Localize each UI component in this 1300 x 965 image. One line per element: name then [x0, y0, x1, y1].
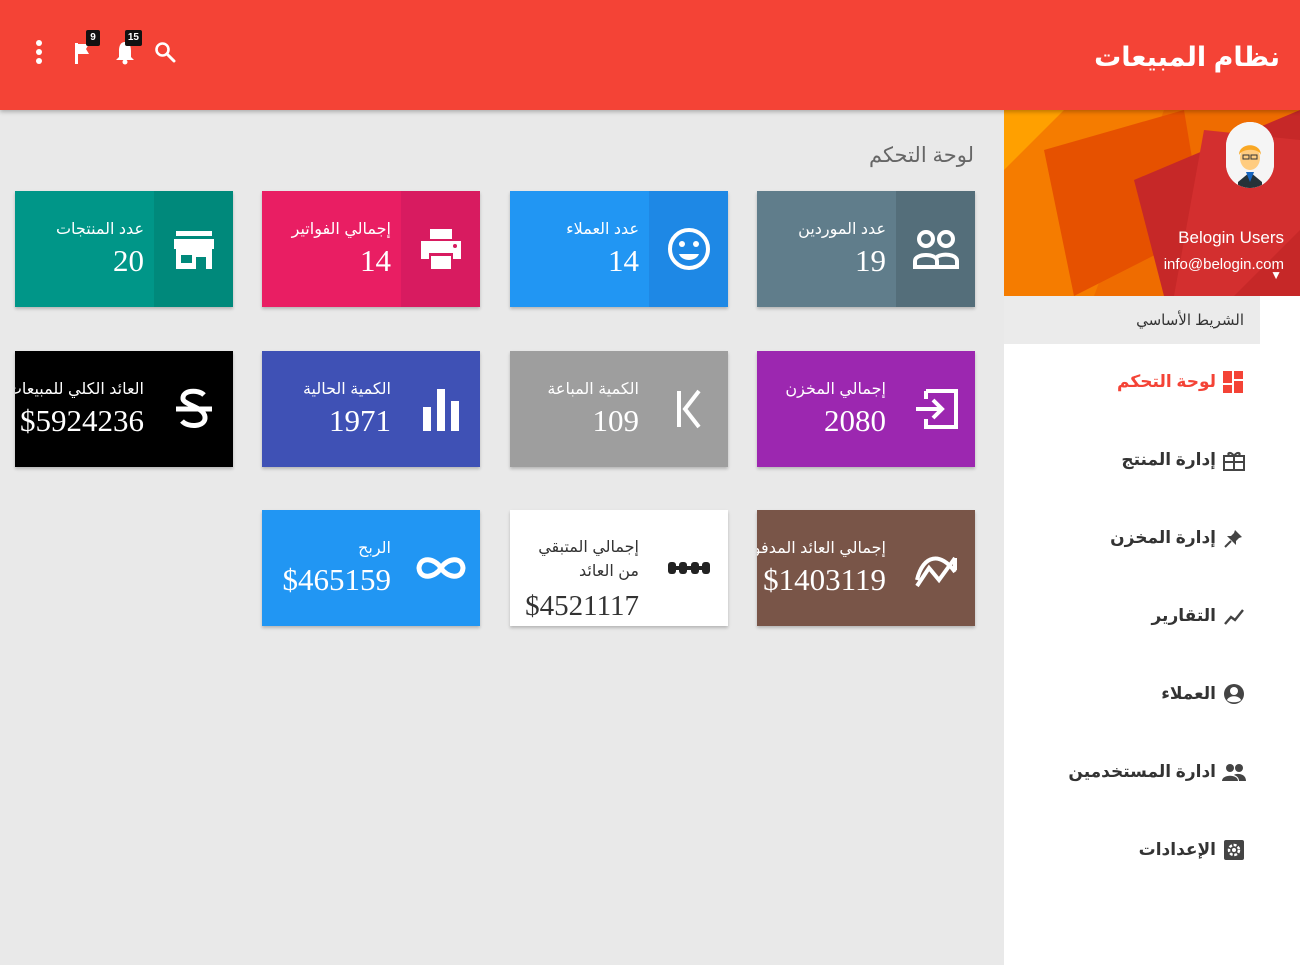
- sidebar-item-label: ادارة المستخدمين: [1068, 762, 1216, 781]
- sold-quantity-card[interactable]: الكمية المباعة 109: [510, 351, 728, 467]
- card-value: $1403119: [763, 562, 886, 597]
- card-value: $5924236: [20, 403, 144, 438]
- card-label: إجمالي المتبقي من العائد: [538, 539, 639, 580]
- card-label: الكمية الحالية: [302, 381, 391, 398]
- card-value: 109: [592, 403, 640, 438]
- card-label: إجمالي العائد المدفوع: [757, 540, 886, 557]
- sidebar-item-products[interactable]: إدارة المنتج: [1121, 440, 1246, 480]
- card-value: 20: [113, 243, 144, 278]
- profile-header: Belogin Users info@belogin.com ▼: [1004, 110, 1300, 296]
- account-circle-icon: [1222, 682, 1246, 706]
- card-value: $465159: [282, 562, 392, 597]
- current-quantity-card[interactable]: الكمية الحالية 1971: [262, 351, 480, 467]
- trend-icon: [1222, 604, 1246, 628]
- card-label: الكمية المباعة: [547, 381, 639, 398]
- dumbbell-icon: [649, 510, 728, 626]
- card-value: 14: [360, 243, 391, 278]
- card-value: 14: [608, 243, 639, 278]
- profit-card[interactable]: الربح $465159: [262, 510, 480, 626]
- flag-badge: 9: [86, 30, 100, 46]
- sidebar-item-label: إدارة المخزن: [1110, 528, 1216, 547]
- sidebar-section-header: الشريط الأساسي: [1004, 296, 1260, 344]
- more-vert-icon[interactable]: [22, 34, 56, 70]
- infinity-icon: [401, 510, 480, 626]
- sidebar-item-settings[interactable]: الإعدادات: [1139, 830, 1246, 870]
- smiley-icon: [649, 191, 728, 307]
- remaining-revenue-card[interactable]: إجمالي المتبقي من العائد $4521117: [510, 510, 728, 626]
- app-bar: نظام المبيعات 9 15: [0, 0, 1300, 110]
- settings-icon: [1222, 838, 1246, 862]
- notifications-badge: 15: [124, 30, 142, 46]
- sidebar: Belogin Users info@belogin.com ▼ الشريط …: [1004, 110, 1300, 965]
- sidebar-item-users[interactable]: ادارة المستخدمين: [1068, 752, 1246, 792]
- card-label: إجمالي المخزن: [785, 381, 886, 398]
- sidebar-item-label: لوحة التحكم: [1117, 372, 1216, 391]
- group-icon: [896, 191, 975, 307]
- card-label: العائد الكلي للمبيعات: [15, 381, 144, 398]
- total-sales-revenue-card[interactable]: العائد الكلي للمبيعات $5924236: [15, 351, 233, 467]
- notifications-button[interactable]: 15: [108, 30, 142, 70]
- card-value: 19: [855, 243, 886, 278]
- card-value: 1971: [329, 403, 391, 438]
- user-email: info@belogin.com: [1163, 256, 1284, 273]
- card-label: الربح: [358, 540, 391, 557]
- card-label: عدد المنتجات: [55, 221, 144, 238]
- page-first-icon: [649, 351, 728, 467]
- card-label: عدد الموردين: [798, 221, 886, 238]
- sidebar-item-dashboard[interactable]: لوحة التحكم: [1117, 362, 1246, 402]
- card-label: إجمالي الفواتير: [291, 221, 391, 238]
- sidebar-item-label: الإعدادات: [1138, 840, 1216, 859]
- currency-strike-icon: [154, 351, 233, 467]
- chevron-down-icon[interactable]: ▼: [1270, 268, 1282, 282]
- app-title: نظام المبيعات: [1094, 42, 1280, 72]
- store-icon: [154, 191, 233, 307]
- search-icon[interactable]: [148, 34, 182, 70]
- avatar[interactable]: [1226, 122, 1274, 188]
- sidebar-item-label: العملاء: [1161, 684, 1216, 703]
- dashboard-icon: [1222, 370, 1246, 394]
- login-icon: [896, 351, 975, 467]
- pin-icon: [1222, 526, 1246, 550]
- page-title: لوحة التحكم: [868, 144, 974, 167]
- card-value: 2080: [824, 403, 886, 438]
- sidebar-item-label: التقارير: [1151, 606, 1216, 625]
- chart-arc-icon: [896, 510, 975, 626]
- invoices-total-card[interactable]: إجمالي الفواتير 14: [262, 191, 480, 307]
- card-label: عدد العملاء: [566, 221, 639, 238]
- sidebar-item-label: إدارة المنتج: [1121, 450, 1216, 469]
- bar-chart-icon: [401, 351, 480, 467]
- sidebar-item-inventory[interactable]: إدارة المخزن: [1110, 518, 1246, 558]
- card-value: $4521117: [525, 590, 639, 622]
- gift-icon: [1222, 448, 1246, 472]
- suppliers-count-card[interactable]: عدد الموردين 19: [757, 191, 975, 307]
- user-name: Belogin Users: [1178, 228, 1284, 247]
- customers-count-card[interactable]: عدد العملاء 14: [510, 191, 728, 307]
- flag-button[interactable]: 9: [66, 30, 100, 70]
- paid-revenue-card[interactable]: إجمالي العائد المدفوع $1403119: [757, 510, 975, 626]
- products-count-card[interactable]: عدد المنتجات 20: [15, 191, 233, 307]
- inventory-total-card[interactable]: إجمالي المخزن 2080: [757, 351, 975, 467]
- printer-icon: [401, 191, 480, 307]
- sidebar-item-customers[interactable]: العملاء: [1161, 674, 1246, 714]
- people-icon: [1222, 760, 1246, 784]
- sidebar-item-reports[interactable]: التقارير: [1151, 596, 1246, 636]
